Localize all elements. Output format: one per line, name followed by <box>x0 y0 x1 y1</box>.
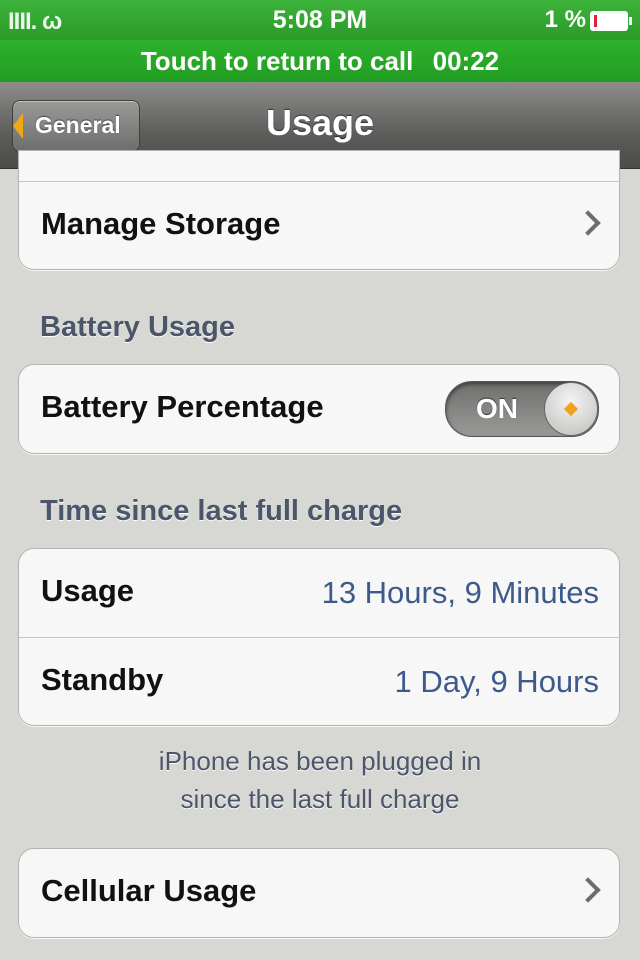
chevron-right-icon <box>575 877 601 903</box>
usage-value: 13 Hours, 9 Minutes <box>321 575 599 610</box>
standby-row: Standby 1 Day, 9 Hours <box>19 637 619 726</box>
storage-group: Manage Storage <box>18 150 620 270</box>
charge-group: Usage 13 Hours, 9 Minutes Standby 1 Day,… <box>18 548 620 726</box>
charge-footnote: iPhone has been plugged in since the las… <box>0 742 640 818</box>
cellular-usage-row[interactable]: Cellular Usage <box>19 849 619 937</box>
toggle-state-text: ON <box>476 393 518 424</box>
toggle-knob <box>544 382 598 436</box>
cellular-usage-label: Cellular Usage <box>41 873 257 908</box>
page-title: Usage <box>265 102 375 143</box>
chevron-right-icon <box>575 210 601 236</box>
charge-section-header: Time since last full charge <box>40 495 403 527</box>
standby-value: 1 Day, 9 Hours <box>394 664 599 699</box>
manage-storage-label: Manage Storage <box>41 206 281 241</box>
standby-label: Standby <box>41 662 164 697</box>
battery-usage-header: Battery Usage <box>40 311 236 343</box>
usage-label: Usage <box>41 573 135 608</box>
call-duration: 00:22 <box>432 46 500 76</box>
battery-percentage-row: Battery Percentage ON <box>19 365 619 453</box>
battery-group: Battery Percentage ON <box>18 364 620 454</box>
call-banner-text: Touch to return to call <box>140 46 414 76</box>
battery-percentage-label: Battery Percentage <box>41 389 324 424</box>
battery-icon <box>590 11 632 31</box>
manage-storage-row[interactable]: Manage Storage <box>19 182 619 270</box>
status-bar: IIII. ω 5:08 PM 1 % <box>0 0 640 40</box>
usage-row: Usage 13 Hours, 9 Minutes <box>19 549 619 637</box>
battery-percent-text: 1 % <box>544 6 586 33</box>
return-to-call-banner[interactable]: Touch to return to call 00:22 <box>0 40 640 82</box>
battery-percentage-toggle[interactable]: ON <box>445 381 599 437</box>
footnote-line-2: since the last full charge <box>180 784 460 814</box>
cellular-group: Cellular Usage <box>18 848 620 938</box>
footnote-line-1: iPhone has been plugged in <box>158 746 482 776</box>
